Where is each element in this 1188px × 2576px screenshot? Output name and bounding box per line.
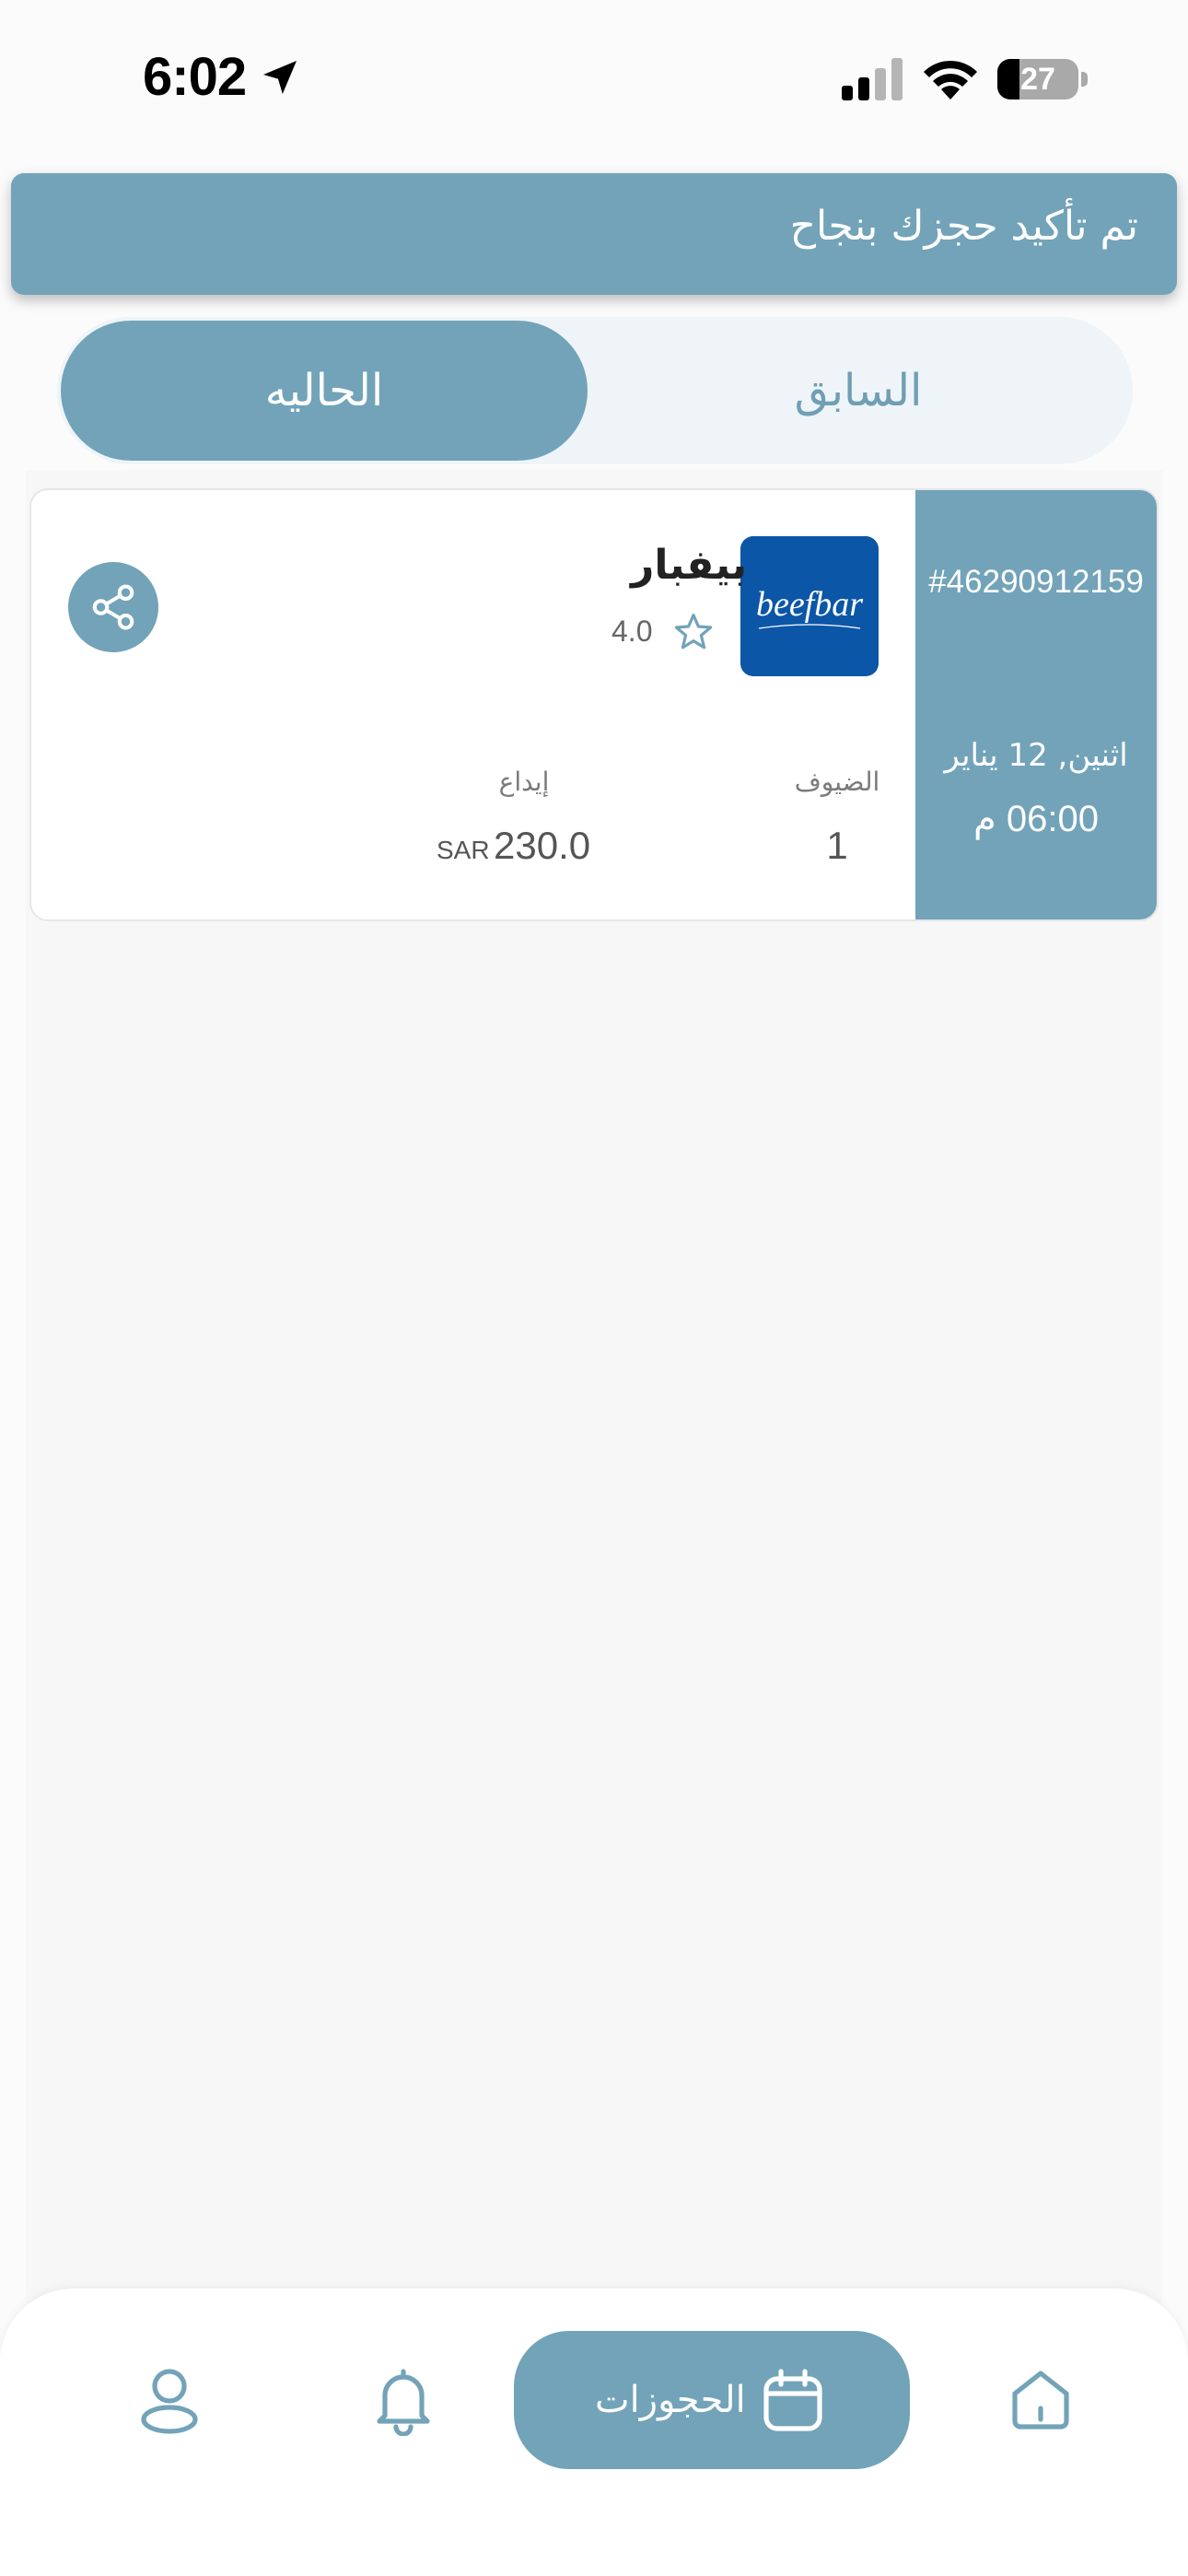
profile-icon xyxy=(141,2369,198,2434)
booking-time: 06:00 م xyxy=(973,799,1099,839)
rating-value: 4.0 xyxy=(611,615,653,648)
guests-label: الضيوف xyxy=(794,767,880,797)
toast-message: تم تأكيد حجزك بنجاح xyxy=(789,203,1138,250)
share-icon xyxy=(92,584,134,630)
nav-bookings-label: الحجوزات xyxy=(595,2379,746,2421)
tab-current[interactable]: الحاليه xyxy=(61,321,588,461)
cellular-signal-icon xyxy=(842,58,903,100)
booking-info-strip: #46290912159 اثنين, 12 يناير 06:00 م xyxy=(915,490,1157,919)
deposit-label: إيداع xyxy=(498,767,550,797)
booking-date: اثنين, 12 يناير xyxy=(944,737,1128,774)
restaurant-name: بيفبار xyxy=(631,542,747,589)
nav-home[interactable] xyxy=(1009,2368,1072,2432)
bell-icon xyxy=(377,2369,430,2437)
bottom-nav: الحجوزات xyxy=(0,2289,1188,2576)
calendar-icon xyxy=(763,2369,822,2431)
booking-number: #46290912159 xyxy=(928,564,1144,600)
deposit-amount: SAR 230.0 xyxy=(437,824,590,868)
restaurant-logo: beefbar xyxy=(740,536,879,676)
deposit-value: 230.0 xyxy=(494,824,591,867)
guests-value: 1 xyxy=(826,824,848,867)
success-toast: تم تأكيد حجزك بنجاح xyxy=(11,173,1177,295)
home-icon xyxy=(1012,2371,1069,2430)
battery-nub xyxy=(1081,72,1088,87)
deposit-currency: SAR xyxy=(437,836,490,864)
nav-notifications[interactable] xyxy=(370,2366,437,2437)
star-icon xyxy=(674,614,713,650)
status-bar: 6:02 27 xyxy=(0,0,1188,157)
wifi-icon xyxy=(924,60,977,100)
tab-past[interactable]: السابق xyxy=(628,317,1089,464)
nav-profile[interactable] xyxy=(138,2368,201,2434)
location-arrow-icon xyxy=(263,61,297,94)
battery-icon: 27 xyxy=(997,59,1078,100)
nav-bookings-button[interactable]: الحجوزات xyxy=(514,2331,910,2469)
logo-text: beefbar xyxy=(756,585,863,624)
battery-level: 27 xyxy=(1020,62,1055,97)
share-button[interactable] xyxy=(68,562,158,652)
booking-card[interactable]: #46290912159 اثنين, 12 يناير 06:00 م bee… xyxy=(29,488,1159,921)
status-time: 6:02 xyxy=(143,47,247,107)
booking-tabs: السابق الحاليه xyxy=(57,317,1133,464)
